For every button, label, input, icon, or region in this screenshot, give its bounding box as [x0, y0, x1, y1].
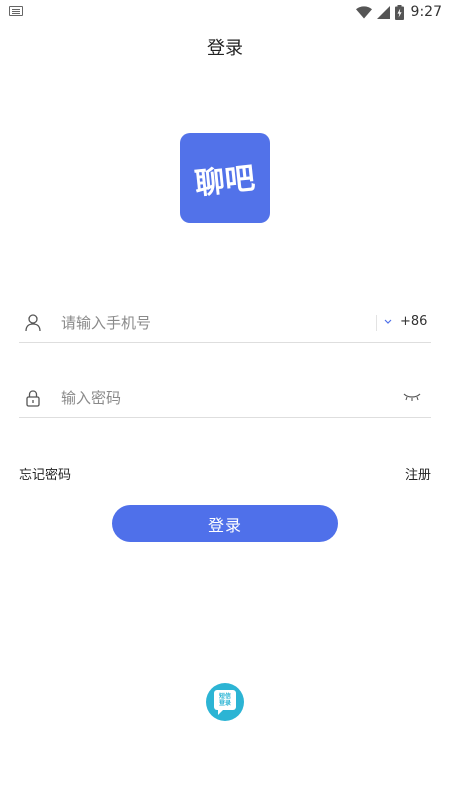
user-icon: [25, 314, 41, 332]
sms-login-label-line1: 短信: [218, 693, 231, 700]
lock-icon: [26, 390, 40, 407]
status-bar: 9:27: [0, 0, 450, 24]
battery-charging-icon: [394, 4, 404, 20]
signal-icon: [376, 5, 390, 19]
wifi-icon: [355, 5, 372, 18]
sms-login-label-line2: 登录: [218, 700, 231, 707]
forgot-password-link[interactable]: 忘记密码: [19, 464, 71, 483]
password-field: [19, 378, 431, 418]
password-input[interactable]: [61, 378, 361, 418]
country-code[interactable]: +86: [400, 314, 427, 329]
phone-field: +86: [19, 303, 431, 343]
page-title: 登录: [207, 38, 243, 59]
status-icons: 9:27: [355, 3, 442, 21]
sms-login-button[interactable]: 短信 登录: [206, 683, 244, 721]
country-code-divider: [376, 315, 377, 331]
chevron-down-icon[interactable]: [383, 318, 393, 326]
keyboard-icon: [9, 6, 23, 16]
status-time: 9:27: [410, 4, 442, 20]
register-link[interactable]: 注册: [405, 464, 431, 483]
app-logo: 聊吧: [180, 133, 270, 223]
phone-input[interactable]: [61, 303, 361, 343]
eye-closed-icon[interactable]: [403, 392, 421, 402]
app-logo-image: 聊吧: [193, 161, 256, 202]
login-button[interactable]: 登录: [112, 505, 338, 542]
sms-bubble-icon: 短信 登录: [214, 690, 236, 715]
app-logo-text: 聊吧: [193, 161, 256, 202]
